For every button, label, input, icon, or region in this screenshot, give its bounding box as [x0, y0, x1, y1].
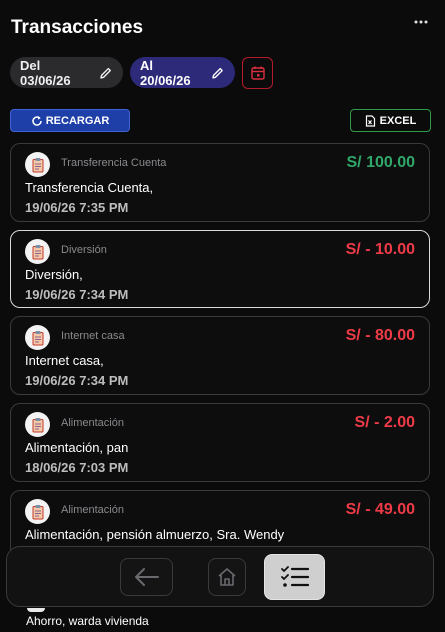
excel-file-icon [365, 114, 375, 127]
transaction-description: Diversión, [25, 267, 83, 282]
back-button[interactable] [120, 558, 173, 596]
transaction-amount: S/ 100.00 [346, 154, 416, 171]
reload-label: RECARGAR [45, 114, 110, 127]
transaction-amount: S/ - 10.00 [345, 241, 415, 258]
home-button[interactable] [208, 558, 246, 596]
calendar-icon [250, 66, 265, 80]
date-to-label: Al 20/06/26 [140, 57, 191, 88]
transaction-description: Transferencia Cuenta, [25, 180, 154, 195]
pencil-icon [212, 67, 224, 79]
transaction-date: 19/06/26 7:34 PM [25, 373, 129, 388]
transaction-description: Ahorro, warda vivienda [26, 614, 149, 628]
transaction-date: 18/06/26 7:03 PM [25, 460, 129, 475]
header: Transacciones [0, 0, 445, 52]
clipboard-icon [25, 239, 50, 264]
transaction-category: Internet casa [61, 330, 125, 342]
transaction-category: Transferencia Cuenta [61, 157, 167, 169]
transaction-category: Diversión [61, 244, 107, 256]
transaction-card[interactable]: Transferencia Cuenta S/ 100.00 Transfere… [10, 143, 430, 222]
transaction-amount: S/ - 80.00 [345, 327, 415, 344]
transaction-card[interactable]: Internet casa S/ - 80.00 Internet casa, … [10, 316, 430, 395]
date-from-filter[interactable]: Del 03/06/26 [10, 57, 123, 88]
clipboard-icon [25, 412, 50, 437]
arrow-left-icon [134, 568, 159, 586]
calendar-button[interactable] [242, 57, 273, 89]
transaction-date: 19/06/26 7:34 PM [25, 287, 129, 302]
transaction-category: Alimentación [61, 417, 124, 429]
refresh-icon [31, 115, 42, 126]
transaction-card[interactable]: Diversión S/ - 10.00 Diversión, 19/06/26… [10, 230, 430, 308]
excel-label: EXCEL [379, 114, 417, 127]
date-to-filter[interactable]: Al 20/06/26 [130, 57, 235, 88]
clipboard-icon [25, 152, 50, 177]
transaction-description: Alimentación, pensión almuerzo, Sra. Wen… [25, 527, 285, 542]
clipboard-icon [25, 325, 50, 350]
clipboard-icon [25, 499, 50, 524]
transaction-description: Internet casa, [25, 353, 104, 368]
checklist-icon [280, 566, 309, 587]
date-from-label: Del 03/06/26 [20, 57, 71, 88]
reload-button[interactable]: RECARGAR [10, 109, 130, 132]
home-icon [218, 568, 236, 586]
transaction-card[interactable]: Alimentación S/ - 2.00 Alimentación, pan… [10, 403, 430, 482]
pencil-icon [100, 67, 112, 79]
page-title: Transacciones [11, 17, 144, 38]
transaction-description: Alimentación, pan [25, 440, 129, 455]
clipboard-icon [27, 608, 45, 612]
transaction-category: Alimentación [61, 504, 124, 516]
transaction-amount: S/ - 2.00 [354, 414, 415, 431]
bottom-nav [6, 546, 434, 607]
transactions-nav-button[interactable] [264, 554, 325, 600]
more-horizontal-icon[interactable] [413, 14, 429, 30]
transaction-amount: S/ - 49.00 [345, 501, 415, 518]
excel-button[interactable]: EXCEL [350, 109, 431, 132]
transaction-date: 19/06/26 7:35 PM [25, 200, 129, 215]
